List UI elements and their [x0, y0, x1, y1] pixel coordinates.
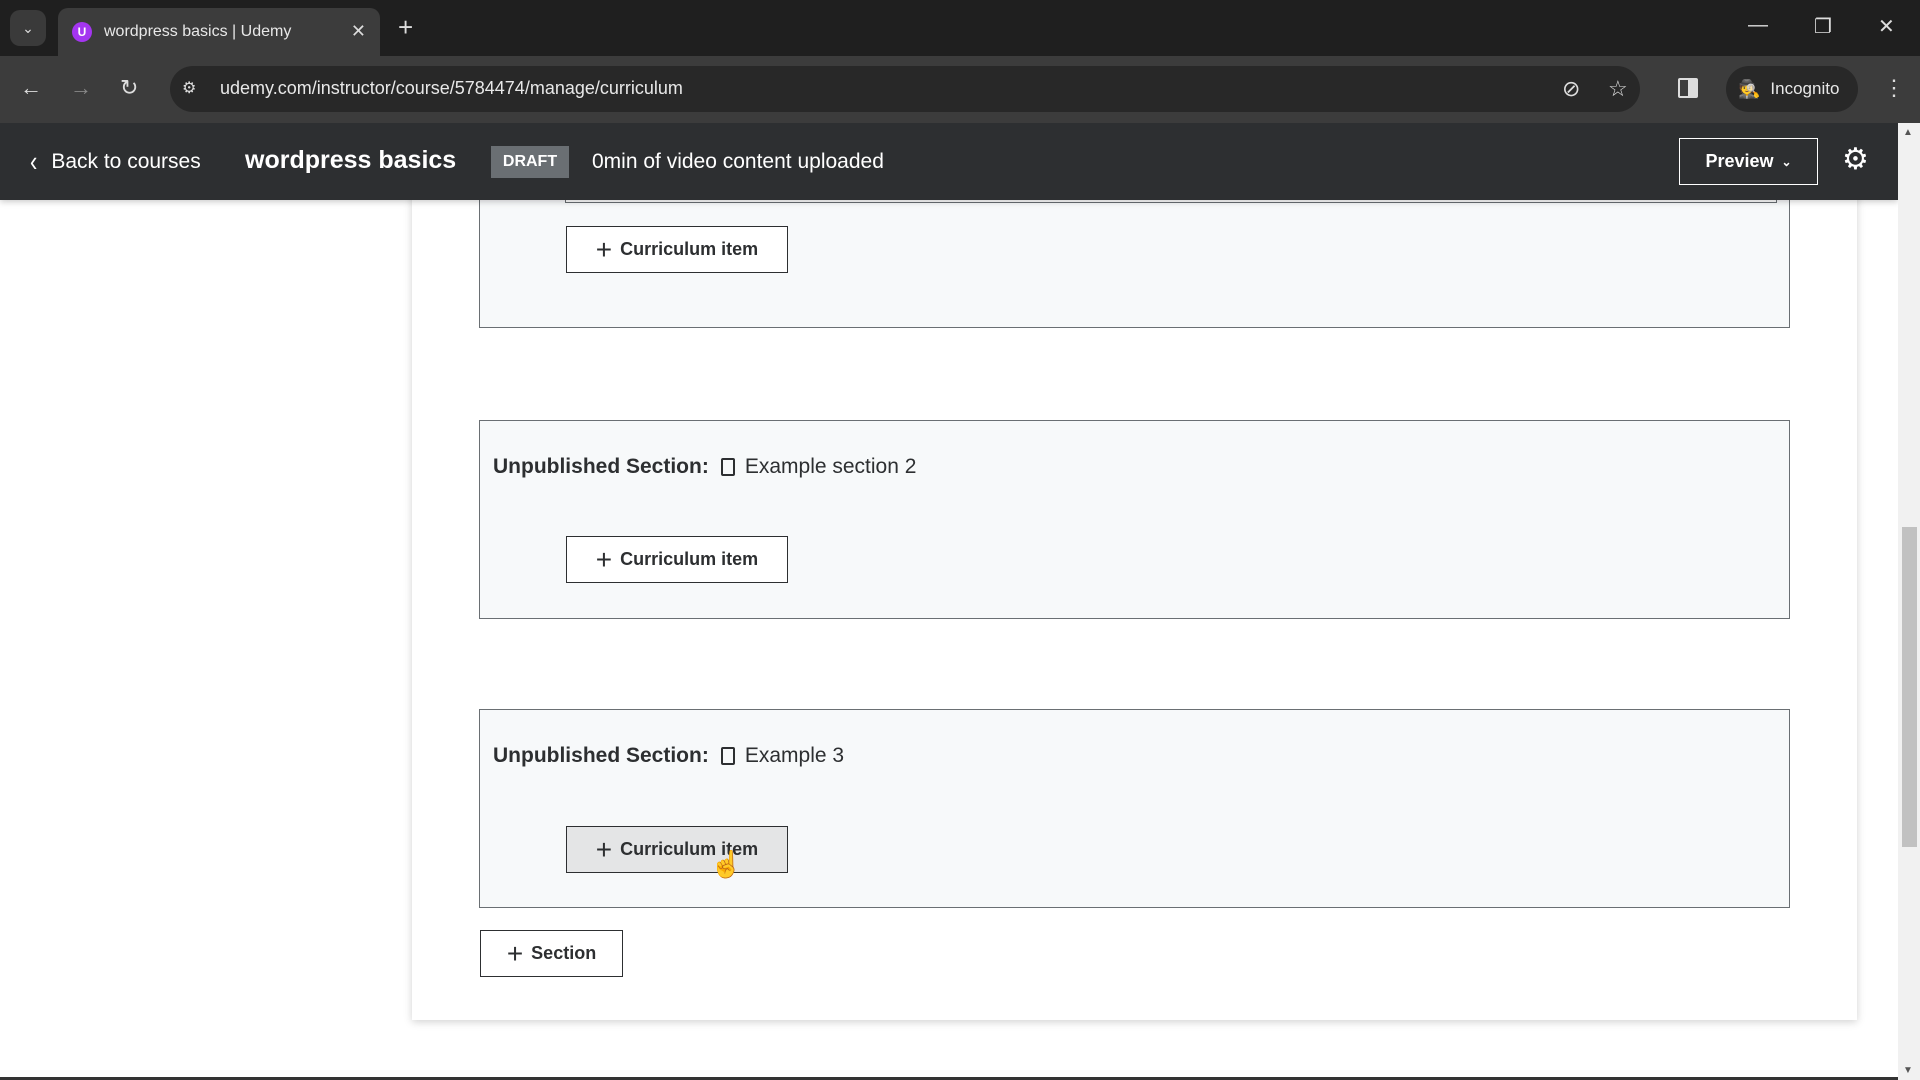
bookmark-star-icon[interactable]: ☆	[1608, 76, 1628, 102]
tab-list-button[interactable]: ⌄	[10, 10, 46, 46]
preview-label: Preview	[1705, 151, 1774, 171]
add-curriculum-item-button[interactable]: + Curriculum item	[566, 226, 788, 273]
side-panel-icon[interactable]	[1678, 78, 1698, 98]
plus-icon: +	[595, 543, 613, 575]
chevron-down-icon: ⌄	[22, 19, 34, 36]
hand-cursor-icon: ☝	[710, 849, 743, 879]
section-status-label: Unpublished Section:	[493, 744, 709, 767]
video-status-text: 0min of video content uploaded	[592, 150, 884, 173]
scroll-down-icon[interactable]: ▼	[1903, 1065, 1913, 1076]
browser-tab[interactable]: U wordpress basics | Udemy ✕	[58, 8, 380, 56]
eye-off-icon[interactable]: ⊘	[1562, 76, 1580, 102]
document-icon	[720, 458, 735, 476]
forward-arrow-icon[interactable]: →	[70, 76, 92, 100]
section-title: Unpublished Section: Example section 2	[493, 455, 916, 479]
incognito-label: Incognito	[1770, 79, 1840, 98]
status-badge: DRAFT	[491, 146, 569, 178]
plus-icon: +	[595, 833, 613, 865]
preview-button[interactable]: Preview ⌄	[1679, 138, 1818, 185]
chevron-left-icon: ‹	[30, 145, 38, 178]
restore-icon[interactable]: ❐	[1814, 14, 1832, 39]
section-title: Unpublished Section: Example 3	[493, 744, 844, 768]
tab-close-icon[interactable]: ✕	[351, 21, 366, 42]
curriculum-card: + Curriculum item Unpublished Section: E…	[412, 123, 1857, 1020]
section-name[interactable]: Example section 2	[745, 455, 917, 479]
button-label: Curriculum item	[620, 549, 759, 569]
back-arrow-icon[interactable]: ←	[20, 76, 42, 100]
address-bar[interactable]: ⚙ udemy.com/instructor/course/5784474/ma…	[170, 66, 1640, 112]
browser-menu-icon[interactable]: ⋮	[1883, 74, 1905, 102]
page-content: ‹ Back to courses wordpress basics DRAFT…	[0, 123, 1898, 1080]
section-name[interactable]: Example 3	[745, 744, 844, 768]
course-title: wordpress basics	[245, 146, 457, 174]
minimize-icon[interactable]: —	[1748, 14, 1768, 37]
add-curriculum-item-button[interactable]: + Curriculum item	[566, 826, 788, 873]
back-label: Back to courses	[51, 150, 201, 173]
browser-tab-bar: ⌄ U wordpress basics | Udemy ✕ + — ❐ ✕	[0, 0, 1920, 56]
back-to-courses-link[interactable]: ‹ Back to courses	[30, 145, 201, 178]
url-text[interactable]: udemy.com/instructor/course/5784474/mana…	[220, 78, 683, 99]
new-tab-button[interactable]: +	[398, 12, 413, 42]
window-close-icon[interactable]: ✕	[1878, 14, 1895, 39]
reload-icon[interactable]: ↻	[120, 76, 138, 100]
browser-toolbar: ← → ↻ ⚙ udemy.com/instructor/course/5784…	[0, 56, 1920, 123]
scroll-up-icon[interactable]: ▲	[1903, 127, 1913, 138]
incognito-icon: 🕵	[1738, 78, 1761, 99]
settings-gear-icon[interactable]: ⚙	[1842, 143, 1869, 177]
section-2: Unpublished Section: Example section 2 +…	[479, 420, 1790, 619]
button-label: Section	[531, 943, 597, 963]
scrollbar-thumb[interactable]	[1902, 527, 1917, 847]
document-icon	[720, 747, 735, 765]
page-scrollbar[interactable]: ▲ ▼	[1898, 123, 1920, 1080]
site-info-icon[interactable]: ⚙	[182, 78, 196, 98]
udemy-favicon-icon: U	[72, 22, 92, 42]
course-header: ‹ Back to courses wordpress basics DRAFT…	[0, 123, 1898, 200]
chevron-down-icon: ⌄	[1781, 154, 1792, 169]
incognito-indicator[interactable]: 🕵 Incognito	[1726, 66, 1858, 112]
add-curriculum-item-button[interactable]: + Curriculum item	[566, 536, 788, 583]
section-status-label: Unpublished Section:	[493, 455, 709, 478]
plus-icon: +	[595, 233, 613, 265]
tab-title: wordpress basics | Udemy	[104, 23, 292, 40]
plus-icon: +	[506, 937, 524, 969]
section-3: Unpublished Section: Example 3 + Curricu…	[479, 709, 1790, 908]
add-section-button[interactable]: + Section	[480, 930, 623, 977]
button-label: Curriculum item	[620, 239, 759, 259]
